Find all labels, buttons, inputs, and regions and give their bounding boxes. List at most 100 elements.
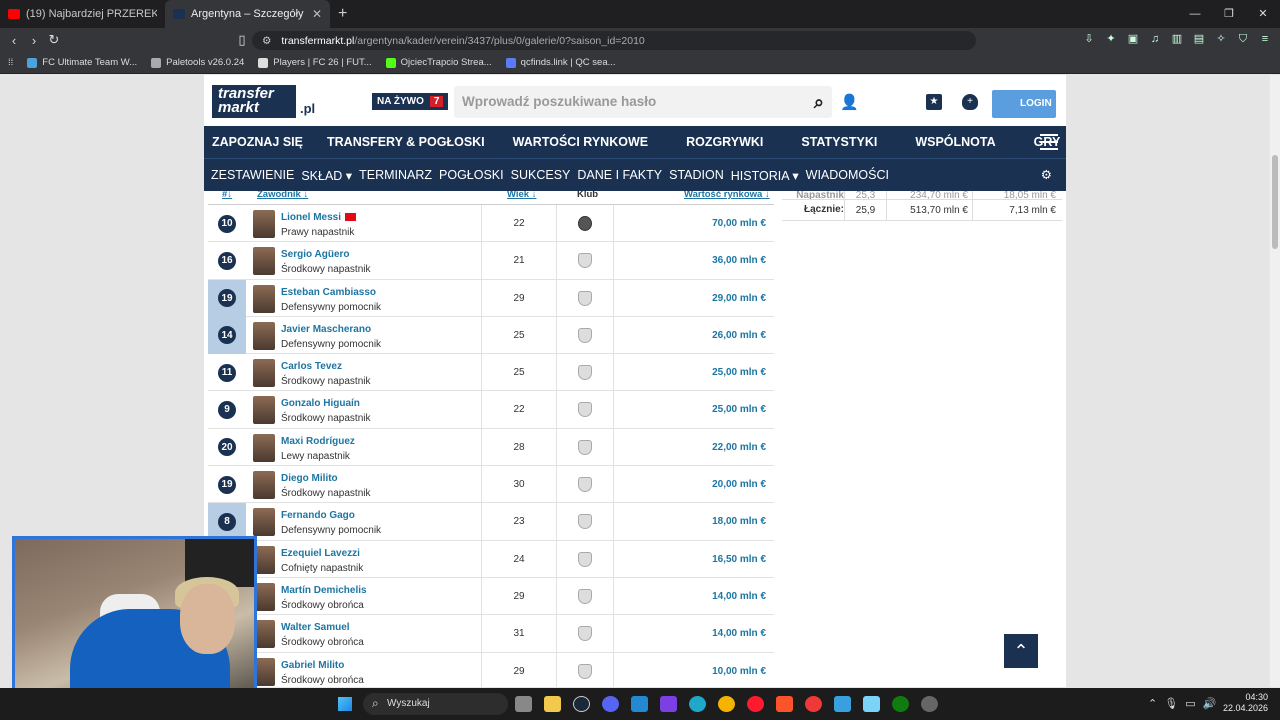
scroll-to-top-button[interactable]: ⌃ xyxy=(1004,634,1038,668)
player-name-link[interactable]: Ezequiel Lavezzi xyxy=(281,548,360,559)
player-name-link[interactable]: Martín Demichelis xyxy=(281,585,367,596)
wallet-icon[interactable]: ▤ xyxy=(1192,32,1206,46)
menu-icon[interactable]: ≡ xyxy=(1258,32,1272,46)
brave-icon[interactable] xyxy=(776,696,793,712)
watchlist-icon[interactable]: ★ xyxy=(926,94,942,110)
header-age[interactable]: Wiek ↓ xyxy=(507,191,536,200)
club-crest-icon[interactable] xyxy=(578,327,592,343)
download-icon[interactable]: ⇩ xyxy=(1082,32,1096,46)
subnav-stadion[interactable]: STADION xyxy=(669,168,724,182)
club-crest-icon[interactable] xyxy=(578,514,592,530)
search-icon[interactable]: ⌕ xyxy=(814,92,824,113)
network-icon[interactable]: ▭ xyxy=(1185,697,1195,710)
page-scrollbar[interactable] xyxy=(1270,75,1280,687)
market-value-link[interactable]: 22,00 mln € xyxy=(613,428,774,466)
player-name-link[interactable]: Javier Mascherano xyxy=(281,324,371,335)
nav-item-rozgrywki[interactable]: ROZGRYWKI xyxy=(686,135,763,149)
market-value-link[interactable]: 29,00 mln € xyxy=(613,279,774,317)
settings-icon[interactable] xyxy=(921,696,938,712)
subnav-wiadomosci[interactable]: WIADOMOŚCI xyxy=(806,168,889,182)
file-explorer-icon[interactable] xyxy=(544,696,561,712)
club-crest-icon[interactable] xyxy=(578,216,592,231)
settings-gear-icon[interactable]: ⚙ xyxy=(1041,162,1052,189)
screenshot-icon[interactable]: ▣ xyxy=(1126,32,1140,46)
mic-icon[interactable]: 🎙 xyxy=(1164,697,1178,710)
market-value-link[interactable]: 36,00 mln € xyxy=(613,242,774,280)
player-photo[interactable] xyxy=(253,321,275,350)
chrome-icon[interactable] xyxy=(718,696,735,712)
nav-item-wspolnota[interactable]: WSPÓLNOTA xyxy=(915,135,995,149)
bookmark-item[interactable]: OjciecTrapcio Strea... xyxy=(385,57,492,68)
back-icon[interactable]: ‹ xyxy=(4,33,24,48)
player-name-link[interactable]: Lionel Messi xyxy=(281,212,357,223)
logo-suffix[interactable]: .pl xyxy=(300,101,315,116)
player-name-link[interactable]: Maxi Rodríguez xyxy=(281,436,355,447)
club-crest-icon[interactable] xyxy=(578,663,592,679)
club-crest-icon[interactable] xyxy=(578,365,592,381)
hamburger-menu-icon[interactable] xyxy=(1040,134,1058,150)
close-tab-icon[interactable]: ✕ xyxy=(312,7,322,21)
task-view-icon[interactable] xyxy=(515,696,532,712)
xbox-icon[interactable] xyxy=(892,696,909,712)
player-photo[interactable] xyxy=(253,396,275,425)
player-name-link[interactable]: Diego Milito xyxy=(281,473,338,484)
bookmark-item[interactable]: FC Ultimate Team W... xyxy=(27,57,137,68)
tab-youtube[interactable]: (19) Najbardziej PRZEREKLAMOWAN xyxy=(0,0,165,28)
bookmark-page-icon[interactable]: ▯ xyxy=(232,32,252,48)
player-name-link[interactable]: Carlos Tevez xyxy=(281,361,342,372)
reload-icon[interactable]: ↻ xyxy=(44,32,64,48)
subnav-terminarz[interactable]: TERMINARZ xyxy=(359,168,432,182)
player-name-link[interactable]: Walter Samuel xyxy=(281,622,350,633)
scrollbar-thumb[interactable] xyxy=(1272,155,1278,249)
vivaldi-icon[interactable] xyxy=(805,696,822,712)
steam-icon[interactable] xyxy=(573,696,590,712)
vpn-icon[interactable]: ⛉ xyxy=(1236,32,1250,46)
player-name-link[interactable]: Gonzalo Higuaín xyxy=(281,398,360,409)
market-value-link[interactable]: 10,00 mln € xyxy=(613,652,774,687)
club-crest-icon[interactable] xyxy=(578,439,592,455)
header-value[interactable]: Wartość rynkowa ↓ xyxy=(684,191,770,200)
new-tab-button[interactable]: + xyxy=(338,5,347,23)
photos-icon[interactable] xyxy=(834,696,851,712)
bookmark-item[interactable]: Paletools v26.0.24 xyxy=(151,57,244,68)
market-value-link[interactable]: 14,00 mln € xyxy=(613,577,774,615)
header-number[interactable]: #↓ xyxy=(222,191,232,200)
subnav-sklad[interactable]: SKŁAD ▾ xyxy=(301,168,352,183)
player-name-link[interactable]: Fernando Gago xyxy=(281,510,355,521)
nav-item-statystyki[interactable]: STATYSTYKI xyxy=(801,135,877,149)
player-photo[interactable] xyxy=(253,508,275,537)
market-value-link[interactable]: 26,00 mln € xyxy=(613,316,774,354)
player-photo[interactable] xyxy=(253,247,275,276)
market-value-link[interactable]: 25,00 mln € xyxy=(613,354,774,392)
subnav-historia[interactable]: HISTORIA ▾ xyxy=(731,168,799,183)
volume-icon[interactable]: 🔊 xyxy=(1203,697,1217,710)
player-photo[interactable] xyxy=(253,284,275,313)
minimize-icon[interactable]: — xyxy=(1178,0,1212,28)
taskbar-search[interactable]: Wyszukaj xyxy=(363,693,508,715)
maximize-icon[interactable]: ❐ xyxy=(1212,0,1246,28)
start-icon[interactable] xyxy=(338,697,352,711)
market-value-link[interactable]: 14,00 mln € xyxy=(613,615,774,653)
market-value-link[interactable]: 20,00 mln € xyxy=(613,466,774,504)
subnav-dane[interactable]: DANE I FAKTY xyxy=(577,168,662,182)
extensions-icon[interactable]: ✦ xyxy=(1104,32,1118,46)
site-info-icon[interactable]: ⚙ xyxy=(262,35,271,47)
vscode-icon[interactable] xyxy=(631,696,648,712)
edge-icon[interactable] xyxy=(689,696,706,712)
player-photo[interactable] xyxy=(253,433,275,462)
market-value-link[interactable]: 70,00 mln € xyxy=(613,205,774,242)
forward-icon[interactable]: › xyxy=(24,33,44,48)
subnav-pogloski[interactable]: POGŁOSKI xyxy=(439,168,504,182)
market-value-link[interactable]: 25,00 mln € xyxy=(613,391,774,429)
player-photo[interactable] xyxy=(253,471,275,500)
club-crest-icon[interactable] xyxy=(578,253,592,269)
site-logo[interactable]: transfer markt xyxy=(212,85,296,118)
discord-icon[interactable] xyxy=(602,696,619,712)
nav-item-transfery[interactable]: TRANSFERY & POGŁOSKI xyxy=(327,135,485,149)
url-bar[interactable]: ⚙ transfermarkt.pl/argentyna/kader/verei… xyxy=(252,31,976,50)
user-search-icon[interactable]: 👤 xyxy=(840,93,859,111)
player-photo[interactable] xyxy=(253,359,275,388)
close-window-icon[interactable]: ✕ xyxy=(1246,0,1280,28)
bookmark-item[interactable]: qcfinds.link | QC sea... xyxy=(505,57,616,68)
twisted-icon[interactable] xyxy=(863,696,880,712)
